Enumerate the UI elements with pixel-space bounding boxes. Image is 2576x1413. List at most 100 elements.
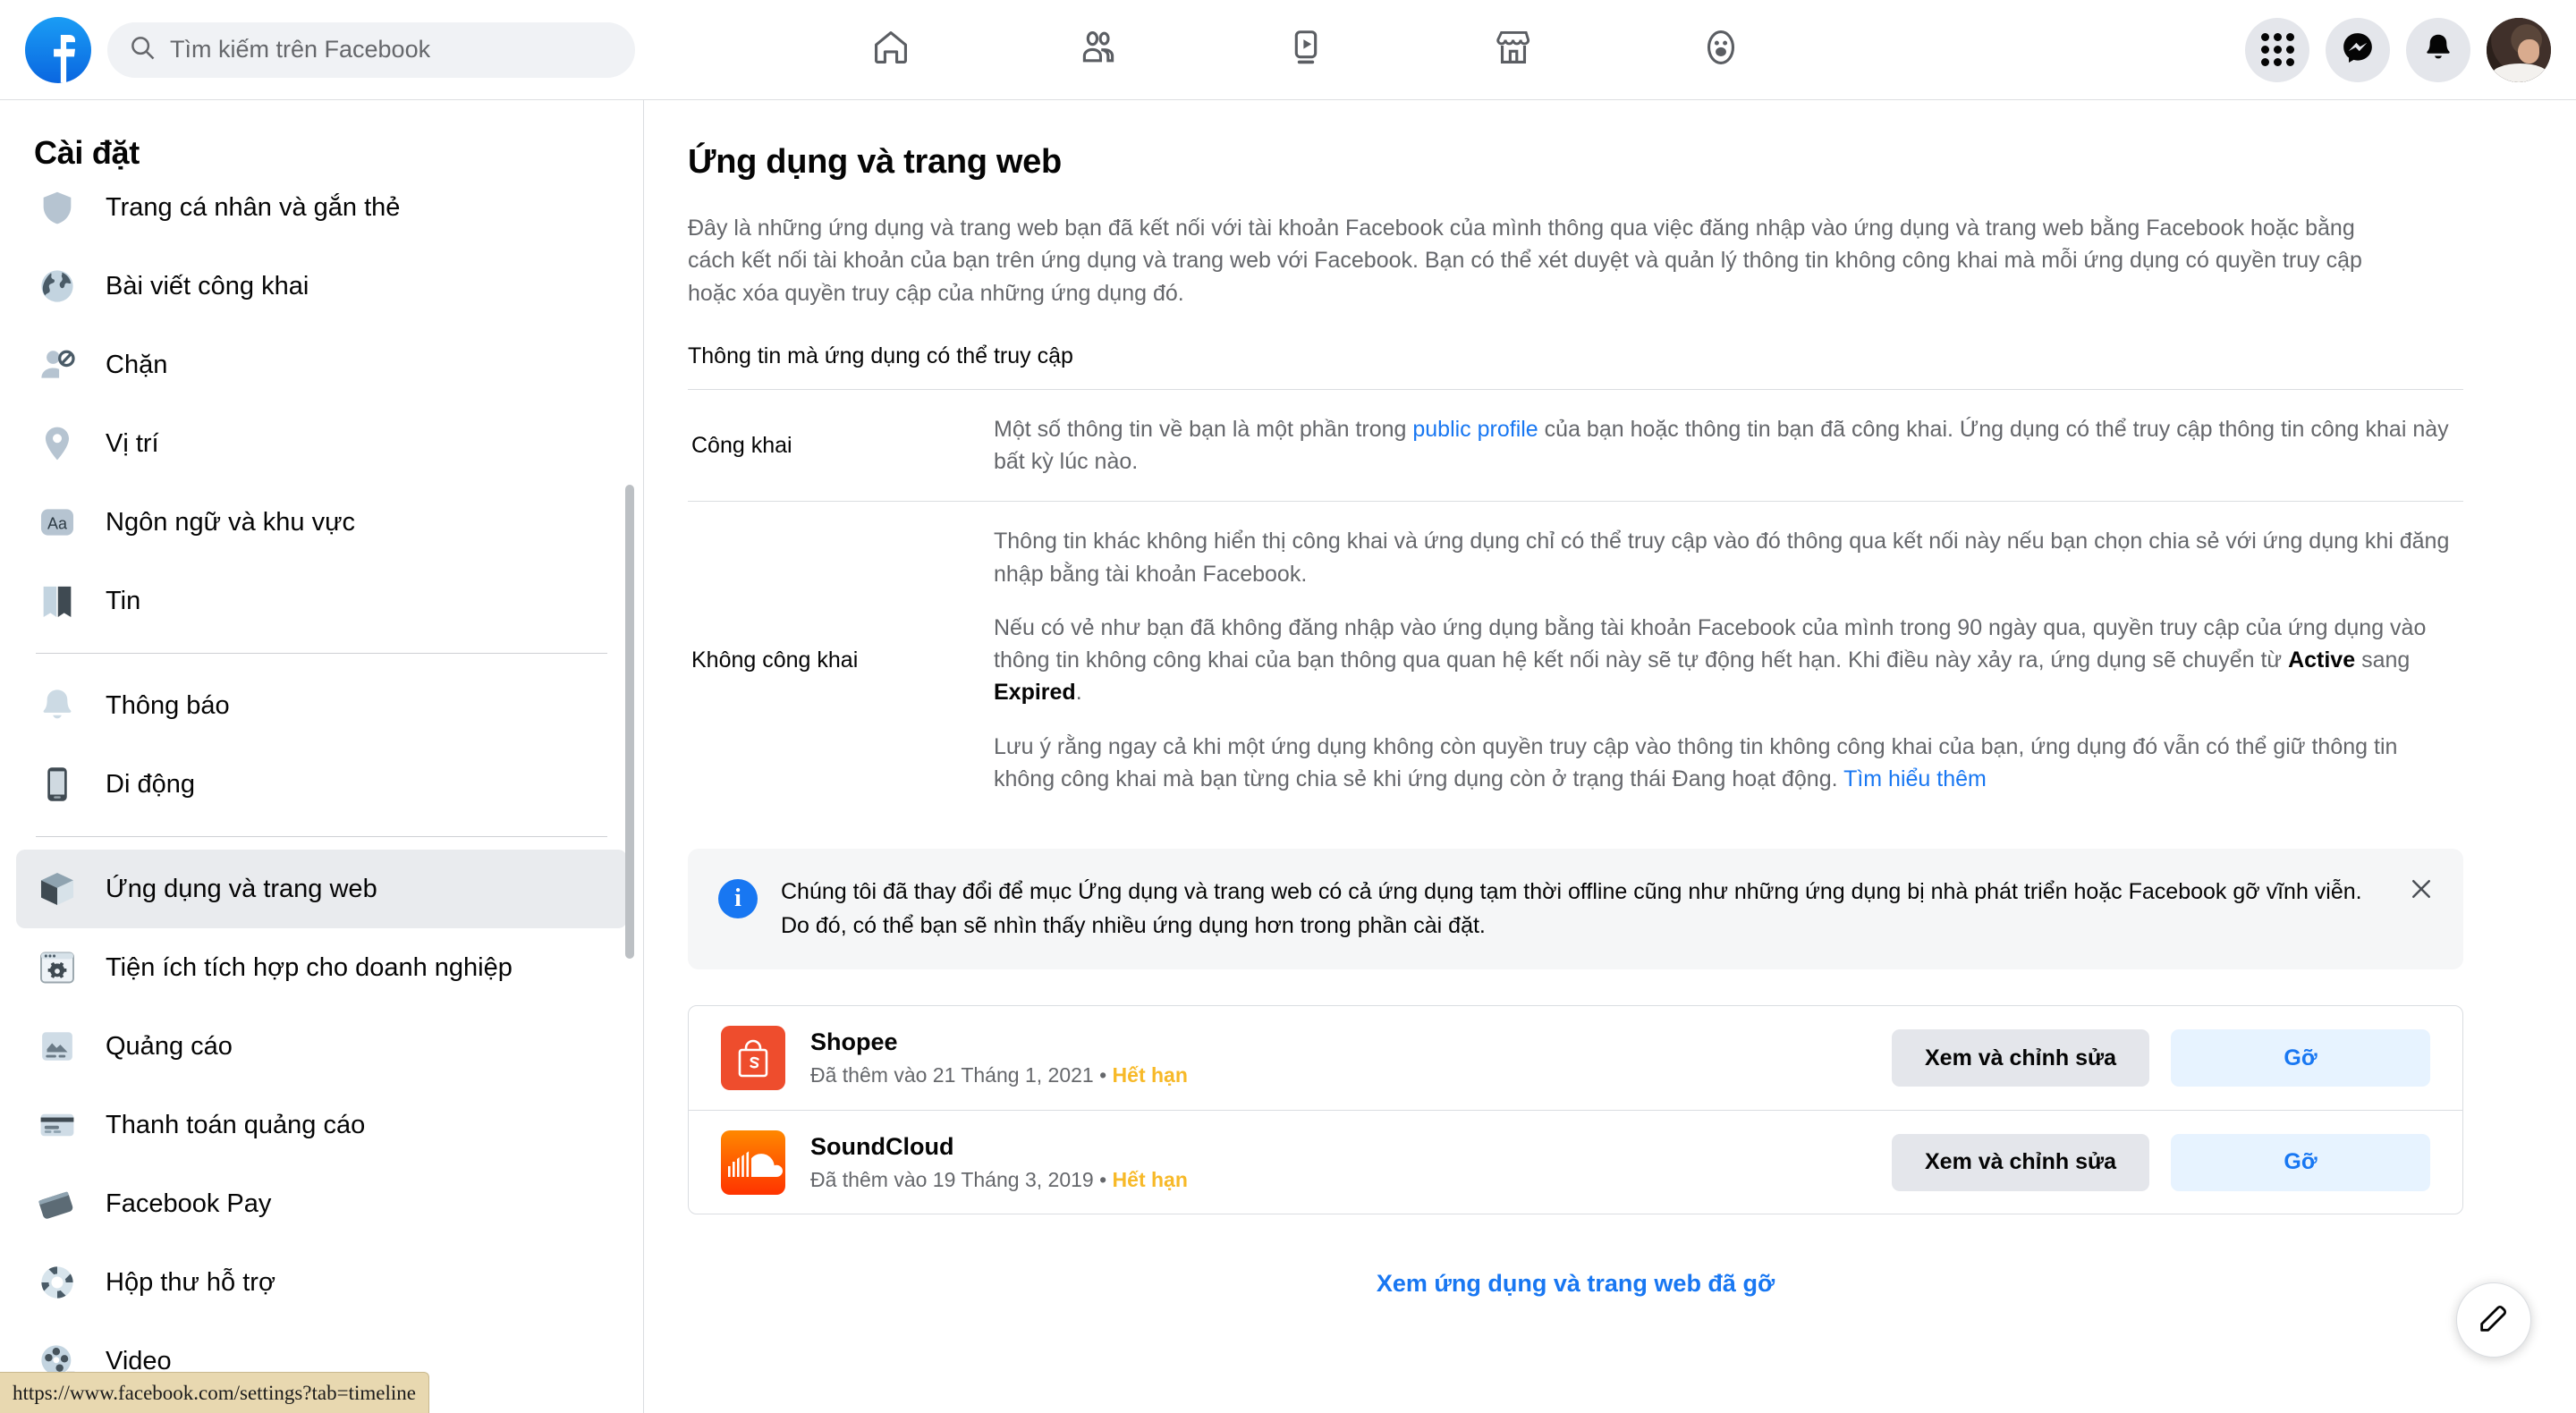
settings-sidebar: Cài đặt Trang cá nhân và gắn thẻ Bài viế…: [0, 100, 644, 1413]
private-p2-c: .: [1075, 680, 1082, 706]
stories-book-icon: [32, 576, 82, 626]
marketplace-icon: [1493, 27, 1534, 72]
sidebar-item-facebook-pay[interactable]: Facebook Pay: [16, 1164, 627, 1243]
public-profile-link[interactable]: public profile: [1412, 417, 1538, 442]
app-info: Shopee Đã thêm vào 21 Tháng 1, 2021 • Hế…: [810, 1028, 1892, 1087]
table-row-public: Công khai Một số thông tin về bạn là một…: [688, 388, 2463, 502]
notifications-button[interactable]: [2406, 17, 2470, 82]
row-body-public: Một số thông tin về bạn là một phần tron…: [983, 390, 2463, 502]
sidebar-item-profile-tagging[interactable]: Trang cá nhân và gắn thẻ: [16, 168, 627, 247]
info-banner-text: Chúng tôi đã thay đổi để mục Ứng dụng và…: [781, 879, 2362, 938]
menu-grid-button[interactable]: [2245, 17, 2309, 82]
facebook-logo[interactable]: [25, 16, 91, 83]
notifications-bell-icon: [2422, 31, 2454, 68]
sidebar-divider: [36, 836, 607, 837]
nav-tab-marketplace[interactable]: [1424, 4, 1603, 97]
remove-button[interactable]: Gỡ: [2171, 1029, 2430, 1087]
messenger-icon: [2341, 30, 2375, 69]
sidebar-item-language-region[interactable]: Aa Ngôn ngữ và khu vực: [16, 483, 627, 562]
block-user-icon: [32, 340, 82, 390]
close-icon[interactable]: [2404, 872, 2438, 906]
info-icon: i: [718, 879, 758, 918]
sidebar-item-notifications[interactable]: Thông báo: [16, 666, 627, 745]
sidebar-item-label: Facebook Pay: [106, 1189, 272, 1218]
private-p3-a: Lưu ý rằng ngay cả khi một ứng dụng khôn…: [994, 733, 2398, 791]
app-added-date: Đã thêm vào 21 Tháng 1, 2021: [810, 1063, 1094, 1087]
topbar-nav-tabs: [787, 0, 1825, 99]
menu-grid-icon: [2260, 33, 2294, 66]
compose-pencil-icon: [2476, 1300, 2512, 1341]
shopee-icon: [721, 1026, 785, 1090]
app-name: Shopee: [810, 1028, 898, 1055]
watch-icon: [1285, 27, 1326, 72]
avatar-shirt: [2491, 63, 2549, 82]
messenger-button[interactable]: [2326, 17, 2390, 82]
app-info: SoundCloud Đã thêm vào 19 Tháng 3, 2019 …: [810, 1133, 1892, 1192]
search-box[interactable]: [107, 21, 635, 78]
sidebar-item-support-inbox[interactable]: Hộp thư hỗ trợ: [16, 1243, 627, 1322]
sidebar-item-label: Di động: [106, 769, 195, 799]
status-active-keyword: Active: [2288, 647, 2356, 673]
status-bar-url: https://www.facebook.com/settings?tab=ti…: [0, 1372, 429, 1413]
sidebar-scrollbar[interactable]: [625, 485, 634, 959]
nav-tab-groups[interactable]: [1631, 4, 1810, 97]
cube-icon: [32, 864, 82, 914]
search-icon: [129, 34, 156, 65]
avatar[interactable]: [2487, 17, 2551, 82]
sidebar-item-label: Thanh toán quảng cáo: [106, 1110, 366, 1139]
nav-tab-home[interactable]: [801, 4, 980, 97]
public-text-before: Một số thông tin về bạn là một phần tron…: [994, 416, 1413, 442]
see-removed-apps-link[interactable]: Xem ứng dụng và trang web đã gỡ: [688, 1270, 2463, 1298]
separator-dot: •: [1099, 1063, 1107, 1087]
language-aa-icon: Aa: [32, 497, 82, 547]
nav-tab-friends[interactable]: [1009, 4, 1188, 97]
sidebar-item-location[interactable]: Vị trí: [16, 404, 627, 483]
table-row: Shopee Đã thêm vào 21 Tháng 1, 2021 • Hế…: [689, 1006, 2462, 1110]
sidebar-item-label: Thông báo: [106, 690, 230, 720]
globe-icon: [32, 261, 82, 311]
sidebar-item-business-integrations[interactable]: Tiện ích tích hợp cho doanh nghiệp: [16, 928, 627, 1007]
home-icon: [870, 27, 911, 72]
bell-icon: [32, 681, 82, 731]
soundcloud-icon: [721, 1130, 785, 1195]
support-lifebuoy-icon: [32, 1257, 82, 1307]
sidebar-item-ad-payments[interactable]: Thanh toán quảng cáo: [16, 1086, 627, 1164]
private-paragraph-3: Lưu ý rằng ngay cả khi một ứng dụng khôn…: [994, 731, 2463, 796]
sidebar-item-label: Bài viết công khai: [106, 271, 309, 300]
topbar-right-group: [2245, 0, 2551, 99]
separator-dot: •: [1099, 1167, 1107, 1191]
sidebar-divider: [36, 653, 607, 654]
main-content: Ứng dụng và trang web Đây là những ứng d…: [645, 100, 2576, 1413]
facebook-pay-icon: [32, 1179, 82, 1229]
remove-button[interactable]: Gỡ: [2171, 1133, 2430, 1191]
sidebar-item-blocking[interactable]: Chặn: [16, 326, 627, 404]
svg-text:Aa: Aa: [47, 515, 68, 533]
learn-more-link[interactable]: Tìm hiểu thêm: [1843, 766, 1987, 791]
page-title: Ứng dụng và trang web: [688, 143, 1062, 181]
row-header-private: Không công khai: [691, 647, 859, 673]
sidebar-item-label: Tin: [106, 586, 141, 615]
topbar-left-group: [0, 16, 635, 83]
table-row: SoundCloud Đã thêm vào 19 Tháng 3, 2019 …: [689, 1110, 2462, 1214]
connected-apps-list: Shopee Đã thêm vào 21 Tháng 1, 2021 • Hế…: [688, 1005, 2463, 1214]
row-body-private: Thông tin khác không hiển thị công khai …: [983, 502, 2463, 818]
business-integrations-icon: [32, 943, 82, 993]
view-and-edit-button[interactable]: Xem và chỉnh sửa: [1892, 1133, 2149, 1191]
location-pin-icon: [32, 419, 82, 469]
info-banner: i Chúng tôi đã thay đổi để mục Ứng dụng …: [688, 849, 2463, 969]
view-and-edit-button[interactable]: Xem và chỉnh sửa: [1892, 1029, 2149, 1087]
app-name: SoundCloud: [810, 1132, 954, 1160]
private-paragraph-2: Nếu có vẻ như bạn đã không đăng nhập vào…: [994, 612, 2463, 709]
sidebar-item-public-posts[interactable]: Bài viết công khai: [16, 247, 627, 326]
app-subtitle: Đã thêm vào 19 Tháng 3, 2019 • Hết hạn: [810, 1168, 1892, 1192]
sidebar-item-ads[interactable]: Quảng cáo: [16, 1007, 627, 1086]
sidebar-item-label: Hộp thư hỗ trợ: [106, 1267, 275, 1297]
status-badge: Hết hạn: [1112, 1063, 1188, 1087]
nav-tab-watch[interactable]: [1216, 4, 1395, 97]
compose-fab-button[interactable]: [2456, 1282, 2531, 1358]
sidebar-item-stories[interactable]: Tin: [16, 562, 627, 640]
sidebar-item-label: Tiện ích tích hợp cho doanh nghiệp: [106, 952, 513, 982]
sidebar-item-mobile[interactable]: Di động: [16, 745, 627, 824]
search-input[interactable]: [170, 36, 614, 63]
sidebar-item-apps-websites[interactable]: Ứng dụng và trang web: [16, 850, 627, 928]
